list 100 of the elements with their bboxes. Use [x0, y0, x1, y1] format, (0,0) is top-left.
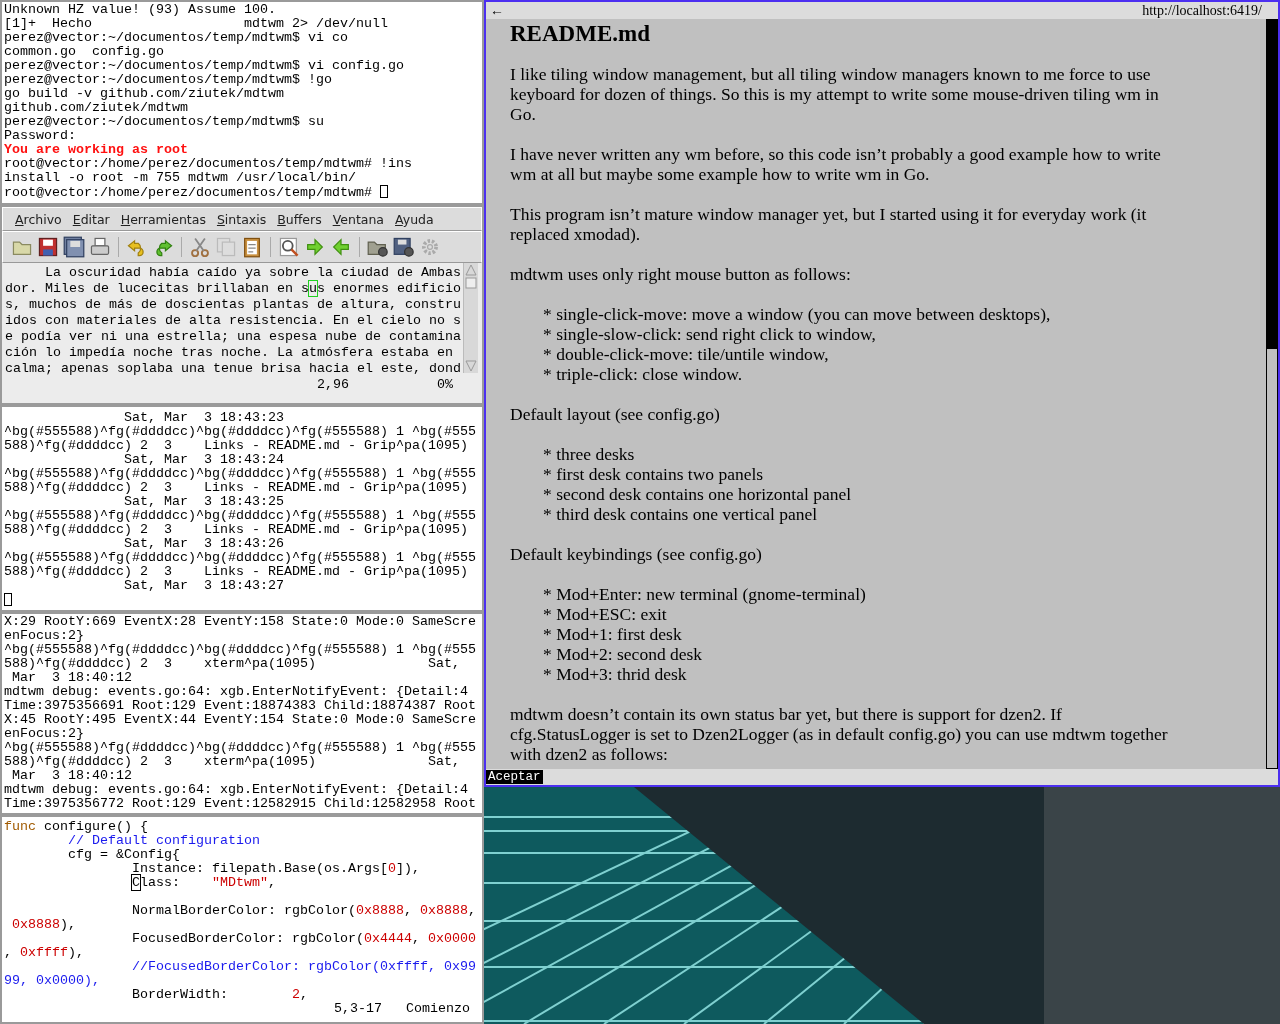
- terminal-line: 588)^fg(#ddddcc) 2 3 Links - README.md - Grip^pa(1095): [4, 565, 469, 579]
- terminal-line: enFocus:2}: [4, 629, 85, 643]
- terminal-line: mdtwm debug: events.go:64: xgb.EnterNotifyEvent: {Detail:4: [4, 685, 469, 699]
- list-item: * three desks: [543, 444, 636, 464]
- menu-item[interactable]: Editar: [68, 211, 117, 227]
- text-line: dor. Miles de lucecitas brillaban en sus enormes edificio: [5, 281, 462, 297]
- terminal-line: 588)^fg(#ddddcc) 2 3 Links - README.md - Grip^pa(1095): [4, 523, 469, 537]
- floppy-gear-icon[interactable]: [393, 236, 415, 258]
- terminal-line: 588)^fg(#ddddcc) 2 3 Links - README.md - Grip^pa(1095): [4, 481, 469, 495]
- scrollbar[interactable]: [1266, 19, 1278, 769]
- paragraph: This program isn’t mature window manager yet, but I started using it for everyday work (it replaced xmodad).: [510, 204, 1148, 244]
- paragraph: mdtwm uses only right mouse button as follows:: [510, 264, 852, 284]
- terminal-line: ^bg(#555588)^fg(#ddddcc)^bg(#ddddcc)^fg(#555588) 1 ^bg(#555: [4, 467, 477, 481]
- list-item: * third desk contains one vertical panel: [543, 504, 819, 524]
- text-line: ción lo impedía noche tras noche. La atmósfera estaba en: [5, 345, 454, 361]
- code-line: cfg = &Config{: [67, 848, 181, 862]
- magnifier-pencil-icon[interactable]: [278, 236, 300, 258]
- list-item: * second desk contains one horizontal panel: [543, 484, 853, 504]
- terminal-line: ^bg(#555588)^fg(#ddddcc)^bg(#ddddcc)^fg(#555588) 1 ^bg(#555: [4, 741, 477, 755]
- terminal-line: Sat, Mar 3 18:43:27: [122, 579, 285, 593]
- code-line: func configure() {: [4, 820, 149, 834]
- terminal-line: ^bg(#555588)^fg(#ddddcc)^bg(#ddddcc)^fg(#555588) 1 ^bg(#555: [4, 551, 477, 565]
- terminal-line: perez@vector:~/documentos/temp/mdtwm$ vi config.go: [4, 59, 405, 73]
- terminal-line: perez@vector:~/documentos/temp/mdtwm$ !go: [4, 73, 333, 87]
- cursor-position: 5,3-17: [334, 1002, 382, 1016]
- text-line: calma; apenas soplaba una tenue brisa hacia el este, dond: [5, 361, 462, 377]
- paragraph: Default layout (see config.go): [510, 404, 721, 424]
- scrollbar[interactable]: [463, 263, 478, 373]
- terminal-line: root@vector:/home/perez/documentos/temp/mdtwm# !ins: [4, 157, 413, 171]
- text-line: idos con materiales de alta resistencia. En el cielo no s: [5, 313, 462, 329]
- terminal-line: install -o root -m 755 mdtwm /usr/local/bin/: [4, 171, 357, 185]
- floppy-icon[interactable]: [37, 236, 59, 258]
- terminal-line: go build -v github.com/ziutek/mdtwm: [4, 87, 285, 101]
- list-item: * double-click-move: tile/untile window,: [543, 344, 830, 364]
- code-line: 0x8888),: [11, 918, 77, 932]
- scroll-percent: 0%: [437, 377, 453, 393]
- clipboard-icon[interactable]: [241, 236, 263, 258]
- terminal-line: 588)^fg(#ddddcc) 2 3 xterm^pa(1095) Sat,: [4, 755, 461, 769]
- floppy-stack-icon[interactable]: [63, 236, 85, 258]
- menu-item[interactable]: Archivo: [11, 211, 69, 227]
- url-text: http://localhost:6419/: [1142, 2, 1262, 19]
- terminal-line: Time:3975356772 Root:129 Event:12582915 Child:12582958 Root: [4, 797, 477, 811]
- code-line: FocusedBorderColor: rgbColor(0x4444, 0x0000: [130, 932, 477, 946]
- terminal-line: Unknown HZ value! (93) Assume 100.: [4, 3, 277, 17]
- list-item: * Mod+2: second desk: [543, 644, 704, 664]
- terminal-line: Sat, Mar 3 18:43:23: [122, 411, 285, 425]
- terminal-line: enFocus:2}: [4, 727, 85, 741]
- list-item: * Mod+ESC: exit: [543, 604, 668, 624]
- code-line: NormalBorderColor: rgbColor(0x8888, 0x8888,: [130, 904, 477, 918]
- terminal-line: github.com/ziutek/mdtwm: [4, 101, 189, 115]
- terminal-line: perez@vector:~/documentos/temp/mdtwm$ vi co: [4, 31, 349, 45]
- menu-item[interactable]: Buffers: [273, 211, 329, 227]
- terminal-line: 588)^fg(#ddddcc) 2 3 Links - README.md - Grip^pa(1095): [4, 439, 469, 453]
- terminal-line: Mar 3 18:40:12: [11, 671, 133, 685]
- terminal-line: ^bg(#555588)^fg(#ddddcc)^bg(#ddddcc)^fg(#555588) 1 ^bg(#555: [4, 643, 477, 657]
- terminal-line: root@vector:/home/perez/documentos/temp/mdtwm#: [4, 185, 480, 199]
- code-line: 99, 0x0000),: [4, 974, 101, 988]
- menu-item[interactable]: Ventana: [328, 211, 392, 227]
- menu-item[interactable]: Herramientas: [116, 211, 213, 227]
- terminal-line: [1]+ Hecho mdtwm 2> /dev/null: [4, 17, 389, 31]
- terminal-line: Sat, Mar 3 18:43:25: [122, 495, 285, 509]
- arrow-left-icon[interactable]: [330, 236, 352, 258]
- terminal-line: 588)^fg(#ddddcc) 2 3 xterm^pa(1095) Sat,: [4, 657, 461, 671]
- list-item: * triple-click: close window.: [543, 364, 744, 384]
- code-line: , 0xffff),: [4, 946, 85, 960]
- terminal-line: Sat, Mar 3 18:43:26: [122, 537, 285, 551]
- terminal-line: common.go config.go: [4, 45, 165, 59]
- text-line: s, muchos de más de doscientas plantas de altura, constru: [5, 297, 462, 313]
- text-line: La oscuridad había caído ya sobre la ciudad de Ambas: [44, 265, 462, 281]
- paragraph: I have never written any wm before, so this code isn’t probably a good example how to write wm at all but maybe some example how to write wm in Go.: [510, 144, 1162, 184]
- code-line: BorderWidth: 2,: [130, 988, 309, 1002]
- back-link[interactable]: ←: [490, 2, 504, 19]
- terminal-line: Mar 3 18:40:12: [11, 769, 133, 783]
- menu-item[interactable]: Sintaxis: [212, 211, 274, 227]
- code-line: Class: "MDtwm",: [130, 876, 277, 890]
- list-item: * first desk contains two panels: [543, 464, 765, 484]
- terminal-line: X:29 RootY:669 EventX:28 EventY:158 State:0 Mode:0 SameScre: [4, 615, 477, 629]
- scissors-icon[interactable]: [189, 236, 211, 258]
- paragraph: mdtwm doesn’t contain its own status bar yet, but there is support for dzen2. If cfg.StatusLogger is set to Dzen2Logger (as in default config.go) you can use mdtwm together with dzen2 as follows:: [510, 704, 1169, 764]
- list-item: * Mod+3: thrid desk: [543, 664, 688, 684]
- terminal-line: You are working as root: [4, 143, 189, 157]
- terminal-line: Password:: [4, 129, 77, 143]
- scroll-position: Comienzo: [406, 1002, 470, 1016]
- page-heading: README.md: [510, 21, 651, 47]
- text-line: e podía ver ni una estrella; una espesa nube de contamina: [5, 329, 462, 345]
- list-item: * Mod+1: first desk: [543, 624, 683, 644]
- printer-icon[interactable]: [89, 236, 111, 258]
- terminal-line: perez@vector:~/documentos/temp/mdtwm$ su: [4, 115, 325, 129]
- terminal-line: X:45 RootY:495 EventX:44 EventY:154 State:0 Mode:0 SameScre: [4, 713, 477, 727]
- terminal-line: Time:3975356691 Root:129 Event:18874383 Child:18874387 Root: [4, 699, 477, 713]
- terminal-cursor: [4, 593, 12, 606]
- terminal-line: Sat, Mar 3 18:43:24: [122, 453, 285, 467]
- list-item: * single-click-move: move a window (you can move between desktops),: [543, 304, 1052, 324]
- list-item: * Mod+Enter: new terminal (gnome-terminal): [543, 584, 867, 604]
- accept-button[interactable]: Aceptar: [486, 770, 543, 784]
- code-line: // Default configuration: [67, 834, 261, 848]
- code-line: Instance: filepath.Base(os.Args[0]),: [130, 862, 421, 876]
- list-item: * single-slow-click: send right click to window,: [543, 324, 877, 344]
- paragraph: Default keybindings (see config.go): [510, 544, 763, 564]
- menu-item[interactable]: Ayuda: [391, 211, 441, 227]
